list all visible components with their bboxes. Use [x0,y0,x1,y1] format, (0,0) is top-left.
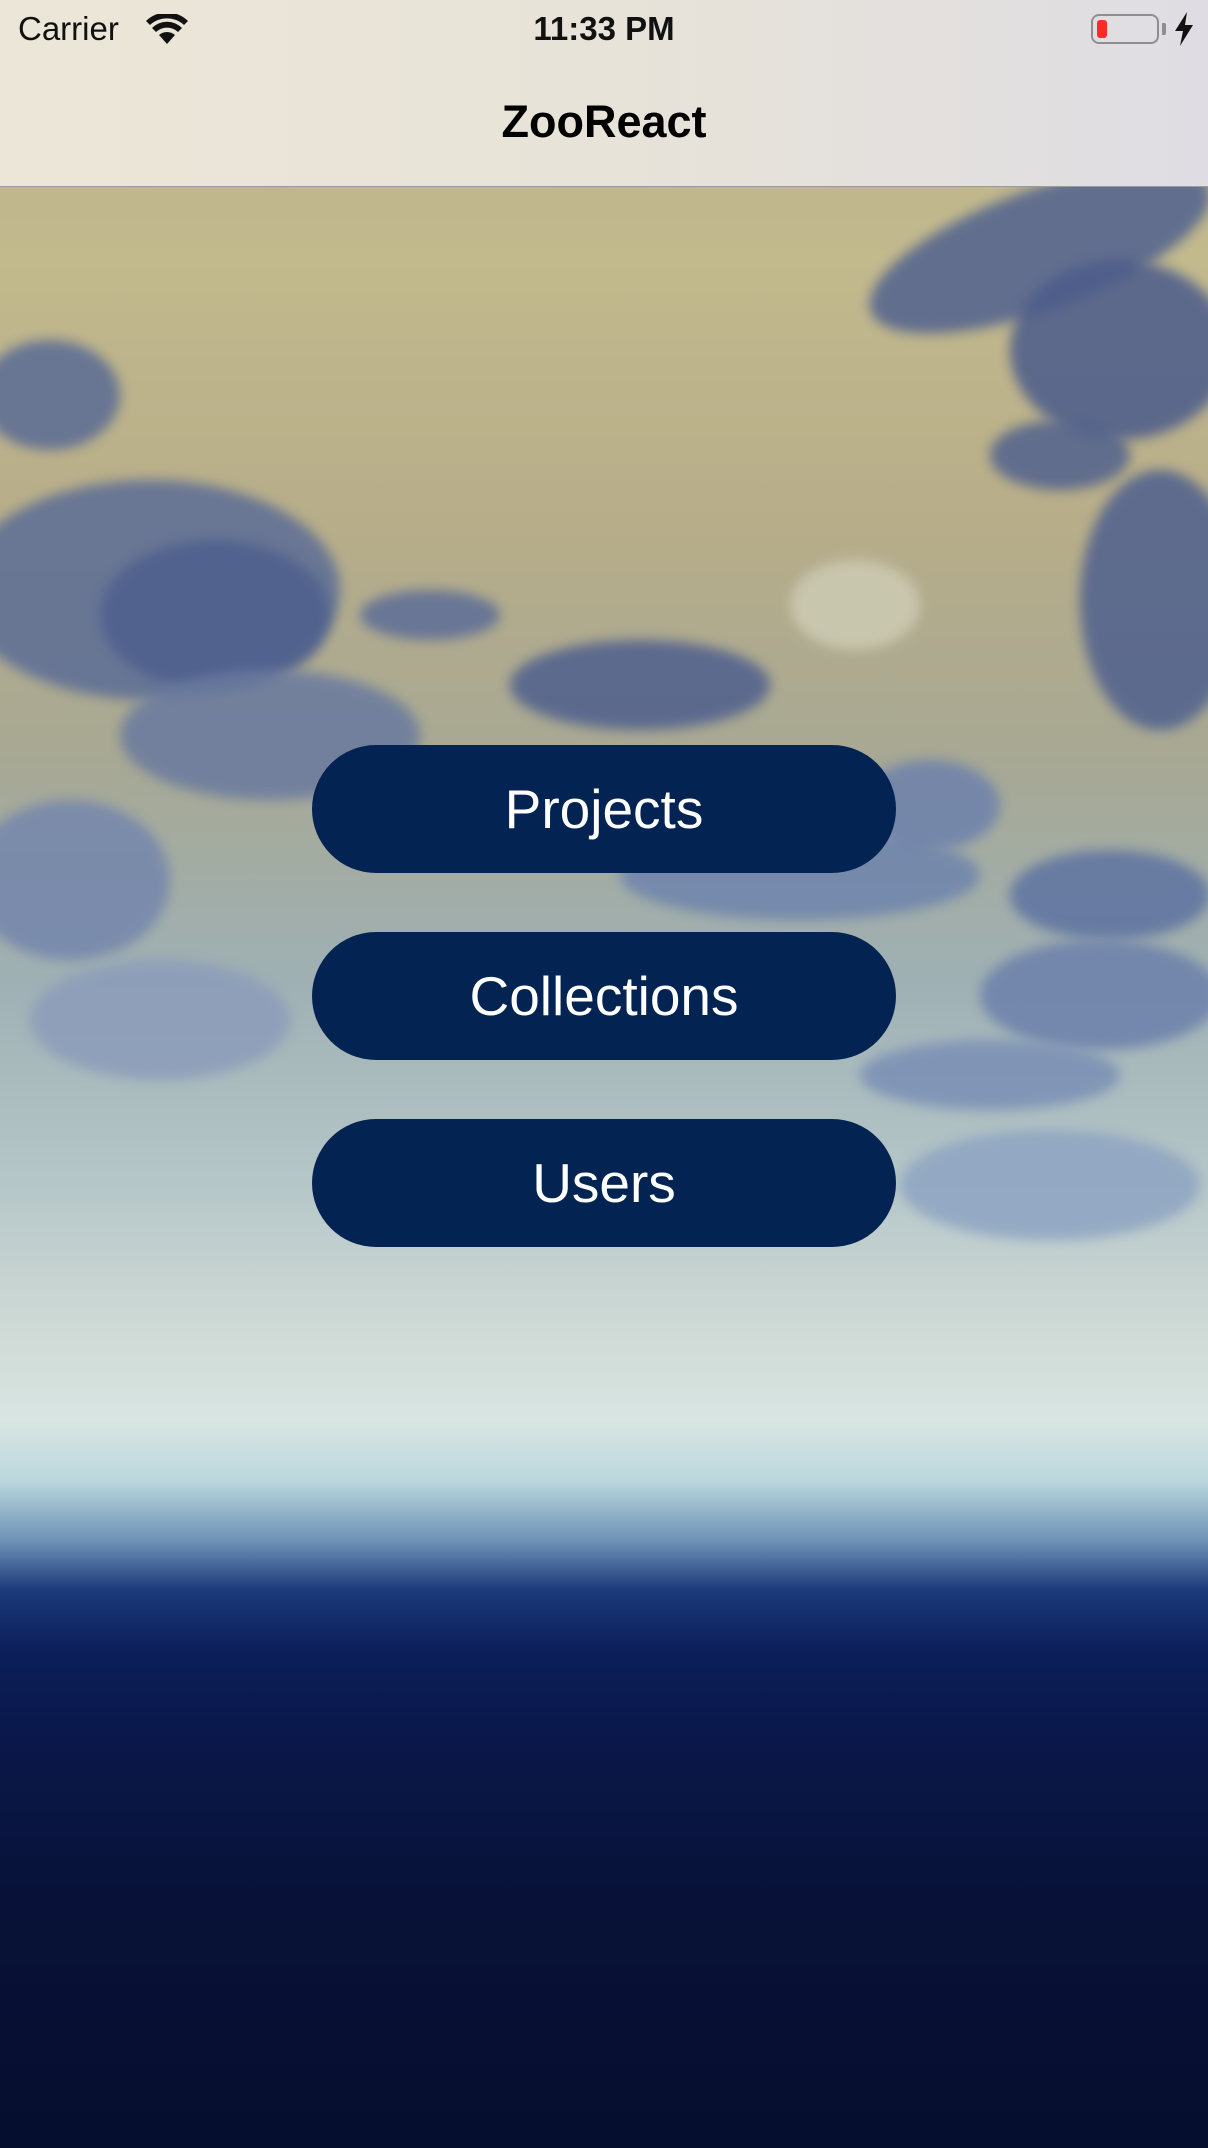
battery-tip [1162,23,1166,35]
battery-low-icon [1091,14,1159,44]
status-bar: Carrier 11:33 PM [0,0,1208,60]
users-button[interactable]: Users [312,1119,896,1247]
page-title: ZooReact [501,96,707,147]
charging-bolt-icon [1175,12,1193,46]
navigation-bar: Carrier 11:33 PM ZooReact [0,0,1208,187]
status-time: 11:33 PM [533,10,675,47]
projects-button[interactable]: Projects [312,745,896,873]
collections-button[interactable]: Collections [312,932,896,1060]
main-menu: Projects Collections Users [312,745,896,1306]
battery-level [1097,20,1107,38]
